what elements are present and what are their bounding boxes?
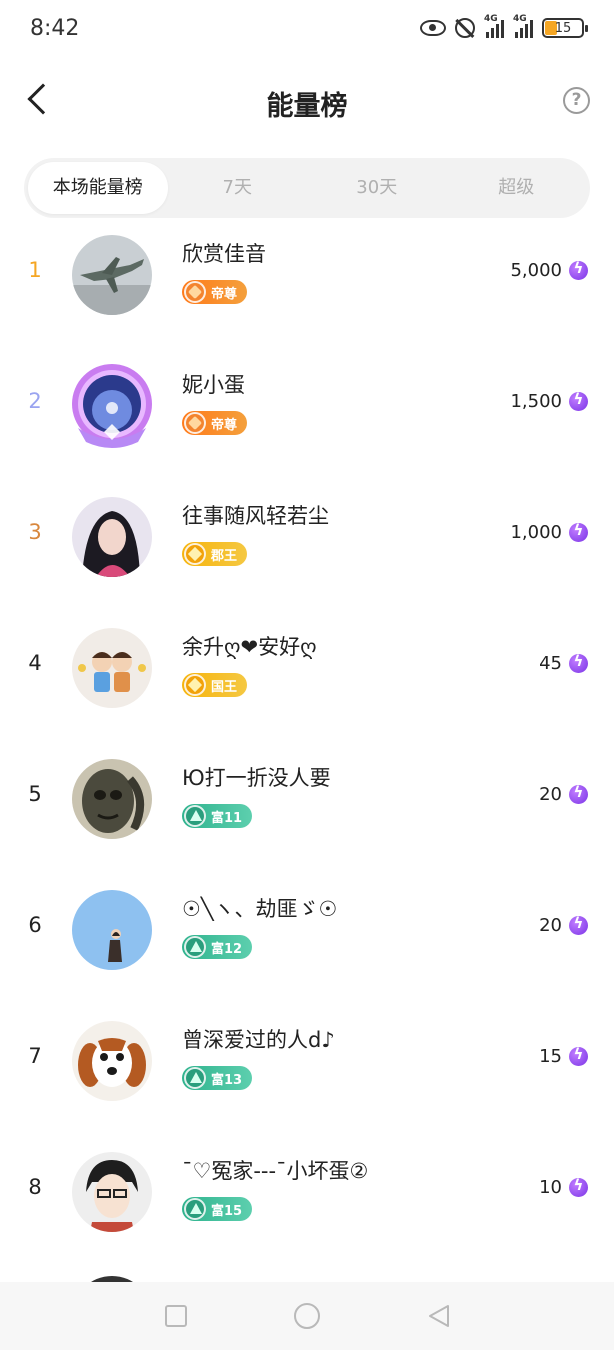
alarm-icon [455,18,475,38]
ranking-row[interactable]: 6 ☉╲ヽ、劫匪ゞ☉ 富12 20 [0,863,614,994]
ranking-list: 1 欣赏佳音 帝尊 5,000 2 妮小蛋 帝尊 1,500 3 往事随风轻若尘… [0,208,614,1256]
energy-score: 5,000 [510,259,588,281]
energy-icon [569,521,588,542]
rank-number: 2 [28,389,42,413]
ranking-row[interactable]: 4 余升ღ❤安好ღ 国王 45 [0,601,614,732]
tab-30-days[interactable]: 30天 [307,162,447,214]
rank-number: 4 [28,651,42,675]
status-icons: 4G 4G 15 [420,14,588,38]
user-name: 妮小蛋 [182,373,245,397]
diamond-badge-icon [184,674,206,696]
level-badge: 郡王 [182,542,248,566]
level-badge: 富13 [182,1066,253,1090]
avatar[interactable] [72,1021,152,1101]
crown-badge-icon [184,281,206,303]
triangle-badge-icon [184,936,206,958]
ranking-row[interactable]: 3 往事随风轻若尘 郡王 1,000 [0,470,614,601]
avatar[interactable] [72,497,152,577]
level-badge: 帝尊 [182,280,248,304]
energy-icon [569,652,588,673]
rank-number: 5 [28,782,42,806]
avatar[interactable] [72,759,152,839]
energy-icon [569,1176,588,1197]
ranking-row[interactable]: 8 ˉ♡冤家---ˉ小坏蛋② 富15 10 [0,1125,614,1256]
energy-score: 45 [539,652,588,674]
level-badge: 国王 [182,673,248,697]
energy-icon [569,1045,588,1066]
avatar[interactable] [72,628,152,708]
tab-current-session[interactable]: 本场能量榜 [28,162,168,214]
energy-icon [569,259,588,280]
level-badge: 富11 [182,804,253,828]
user-name: 往事随风轻若尘 [182,504,329,528]
energy-score: 15 [539,1045,588,1067]
system-nav-bar [0,1282,614,1350]
signal-icon-2: 4G [513,14,533,38]
network-label-2: 4G [513,14,527,24]
back-triangle-icon[interactable] [426,1303,452,1329]
user-name: 欣赏佳音 [182,242,266,266]
energy-score: 20 [539,783,588,805]
user-name: Ю打一折没人要 [182,766,331,790]
page-title: 能量榜 [266,91,348,122]
tab-super[interactable]: 超级 [447,162,587,214]
energy-score: 1,000 [510,521,588,543]
level-badge: 帝尊 [182,411,248,435]
ranking-row[interactable]: 5 Ю打一折没人要 富11 20 [0,732,614,863]
level-badge: 富15 [182,1197,253,1221]
status-time: 8:42 [30,16,80,41]
triangle-badge-icon [184,1067,206,1089]
rank-number: 1 [28,258,42,282]
user-name: 余升ღ❤安好ღ [182,635,317,659]
avatar[interactable] [72,235,152,315]
user-name: 曾深爱过的人d♪ [182,1028,335,1052]
user-name: ˉ♡冤家---ˉ小坏蛋② [182,1159,369,1183]
triangle-badge-icon [184,1198,206,1220]
user-name: ☉╲ヽ、劫匪ゞ☉ [182,897,338,921]
network-label: 4G [484,14,498,24]
recent-apps-icon[interactable] [165,1305,187,1327]
ranking-row[interactable]: 2 妮小蛋 帝尊 1,500 [0,339,614,470]
status-bar: 8:42 4G 4G 15 [0,0,614,62]
tab-7-days[interactable]: 7天 [168,162,308,214]
signal-icon: 4G [484,14,504,38]
home-icon[interactable] [294,1303,320,1329]
ranking-row[interactable]: 7 曾深爱过的人d♪ 富13 15 [0,994,614,1125]
diamond-badge-icon [184,543,206,565]
eye-icon [420,20,446,36]
avatar[interactable] [72,364,152,448]
rank-number: 3 [28,520,42,544]
battery-icon: 15 [542,18,588,38]
rank-number: 7 [28,1044,42,1068]
energy-icon [569,914,588,935]
energy-icon [569,783,588,804]
energy-score: 1,500 [510,390,588,412]
rank-number: 8 [28,1175,42,1199]
energy-score: 10 [539,1176,588,1198]
header: 能量榜 ? [0,70,614,132]
battery-level: 15 [554,20,572,36]
energy-icon [569,390,588,411]
crown-badge-icon [184,412,206,434]
avatar[interactable] [72,1152,152,1232]
energy-score: 20 [539,914,588,936]
level-badge: 富12 [182,935,253,959]
help-icon[interactable]: ? [563,87,590,114]
avatar[interactable] [72,890,152,970]
triangle-badge-icon [184,805,206,827]
rank-number: 6 [28,913,42,937]
ranking-row[interactable]: 1 欣赏佳音 帝尊 5,000 [0,208,614,339]
